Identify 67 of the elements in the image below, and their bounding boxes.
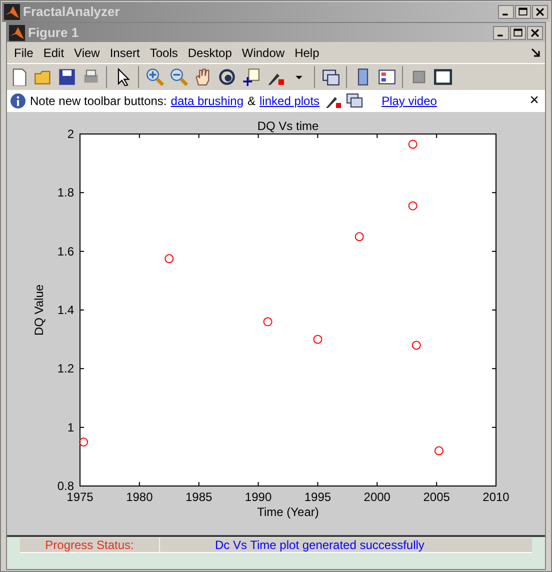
x-tick-label: 2005 (423, 490, 450, 504)
status-label: Progress Status: (20, 538, 160, 552)
new-file-icon[interactable] (10, 68, 28, 86)
square-icon[interactable] (410, 68, 428, 86)
dock-arrow-icon[interactable] (531, 48, 541, 58)
data-point (164, 254, 174, 264)
play-video-link[interactable]: Play video (382, 92, 437, 110)
close-button[interactable]: × (530, 93, 539, 109)
data-brushing-link[interactable]: data brushing (170, 92, 244, 110)
data-point (263, 317, 272, 326)
linked-plots-link[interactable]: linked plots (260, 92, 320, 110)
y-tick-label: 1.8 (57, 186, 74, 200)
minimize-button[interactable] (498, 5, 514, 19)
menu-item[interactable]: Tools (144, 44, 183, 62)
window-title: Figure 1 (28, 24, 79, 42)
y-tick-label: 1.6 (57, 244, 74, 258)
x-tick-label: 1985 (186, 490, 212, 504)
menu-item[interactable]: View (69, 44, 105, 62)
y-tick-label: 1 (67, 420, 74, 434)
y-tick-label: 0.8 (57, 479, 74, 493)
close-button[interactable] (532, 5, 548, 19)
x-tick-label: 1990 (244, 490, 272, 504)
x-tick-label: 2000 (364, 490, 390, 504)
menu-item[interactable]: Insert (104, 44, 145, 62)
menu-item[interactable]: Edit (38, 44, 70, 62)
menu-item[interactable]: Help (290, 44, 324, 62)
frame-icon[interactable] (434, 68, 452, 86)
data-point (79, 438, 88, 446)
maximize-button[interactable] (510, 26, 526, 40)
x-tick-label: 1980 (126, 490, 153, 504)
x-tick-label: 2010 (482, 490, 510, 504)
data-point (434, 446, 444, 456)
status-message: Dc Vs Time plot generated successfully (214, 538, 426, 552)
legend-icon[interactable] (378, 68, 396, 86)
window-title: FractalAnalyzer (23, 3, 120, 22)
matlab-logo-icon (9, 24, 25, 40)
y-tick-label: 1.4 (57, 303, 74, 317)
data-point (408, 201, 418, 210)
matlab-logo-icon (4, 4, 20, 20)
linked-windows-icon (346, 92, 364, 110)
menu-item[interactable]: Desktop (182, 44, 237, 62)
save-icon[interactable] (58, 68, 76, 86)
menu-item[interactable]: File (9, 44, 38, 62)
y-tick-label: 2 (67, 127, 74, 141)
x-tick-label: 1975 (66, 490, 94, 504)
zoom-in-icon[interactable] (146, 68, 164, 86)
x-axis-label: Time (Year) (257, 505, 319, 519)
x-tick-label: 1995 (304, 490, 332, 504)
y-axis-label: DQ Value (32, 284, 46, 336)
data-point (354, 232, 364, 242)
data-point (412, 340, 421, 350)
minimize-button[interactable] (493, 26, 509, 40)
hand-icon[interactable] (194, 68, 212, 86)
close-button[interactable] (527, 26, 543, 40)
data-cursor-icon[interactable] (242, 68, 260, 86)
chart-title: DQ Vs time (257, 119, 319, 133)
info-text: Note new toolbar buttons: (30, 93, 167, 110)
data-point (313, 334, 322, 344)
data-point (408, 140, 418, 149)
ampersand-text: & (248, 93, 256, 110)
y-tick-label: 1.2 (57, 362, 74, 376)
folder-icon[interactable] (34, 68, 52, 86)
linked-windows-icon[interactable] (322, 68, 340, 86)
maximize-button[interactable] (515, 5, 531, 19)
info-icon (10, 93, 26, 109)
menu-item[interactable]: Window (236, 44, 290, 62)
zoom-out-icon[interactable] (170, 68, 188, 86)
